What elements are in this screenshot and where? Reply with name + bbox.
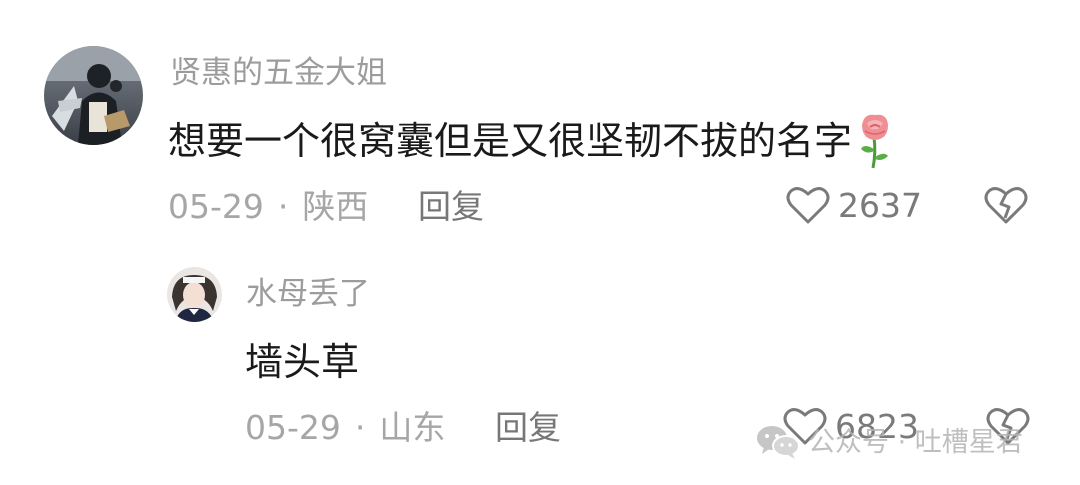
- reply-location: 山东: [379, 408, 446, 447]
- reply-meta: 05-29 · 山东: [245, 411, 445, 444]
- comment-like-count: 2637: [838, 185, 922, 225]
- comment-text-body: 想要一个很窝囊但是又很坚韧不拔的名字: [168, 119, 853, 163]
- comment-meta: 05-29 · 陕西: [168, 190, 368, 223]
- comment-reply-button[interactable]: 回复: [418, 190, 484, 223]
- comment-date: 05-29: [168, 187, 264, 226]
- heart-outline-icon: [786, 185, 830, 225]
- comment-location: 陕西: [302, 187, 369, 226]
- wechat-icon: [756, 424, 800, 460]
- watermark: 公众号 · 吐槽星君: [756, 424, 1023, 460]
- reply-date: 05-29: [245, 408, 341, 447]
- comment-dislike-button[interactable]: [984, 185, 1028, 225]
- replier-username[interactable]: 水母丢了: [246, 279, 370, 310]
- watermark-text: 公众号 · 吐槽星君: [808, 426, 1023, 458]
- comment-like-button[interactable]: 2637: [786, 185, 922, 225]
- rose-icon: [854, 113, 896, 169]
- meta-separator: ·: [277, 187, 289, 226]
- broken-heart-icon: [984, 187, 1028, 224]
- commenter-avatar[interactable]: [44, 46, 143, 145]
- reply-text: 墙头草: [245, 340, 360, 384]
- reply-reply-button[interactable]: 回复: [495, 411, 561, 444]
- replier-avatar[interactable]: [167, 267, 222, 322]
- commenter-username[interactable]: 贤惠的五金大姐: [170, 58, 387, 89]
- meta-separator: ·: [354, 408, 366, 447]
- comment-text: 想要一个很窝囊但是又很坚韧不拔的名字: [168, 113, 896, 169]
